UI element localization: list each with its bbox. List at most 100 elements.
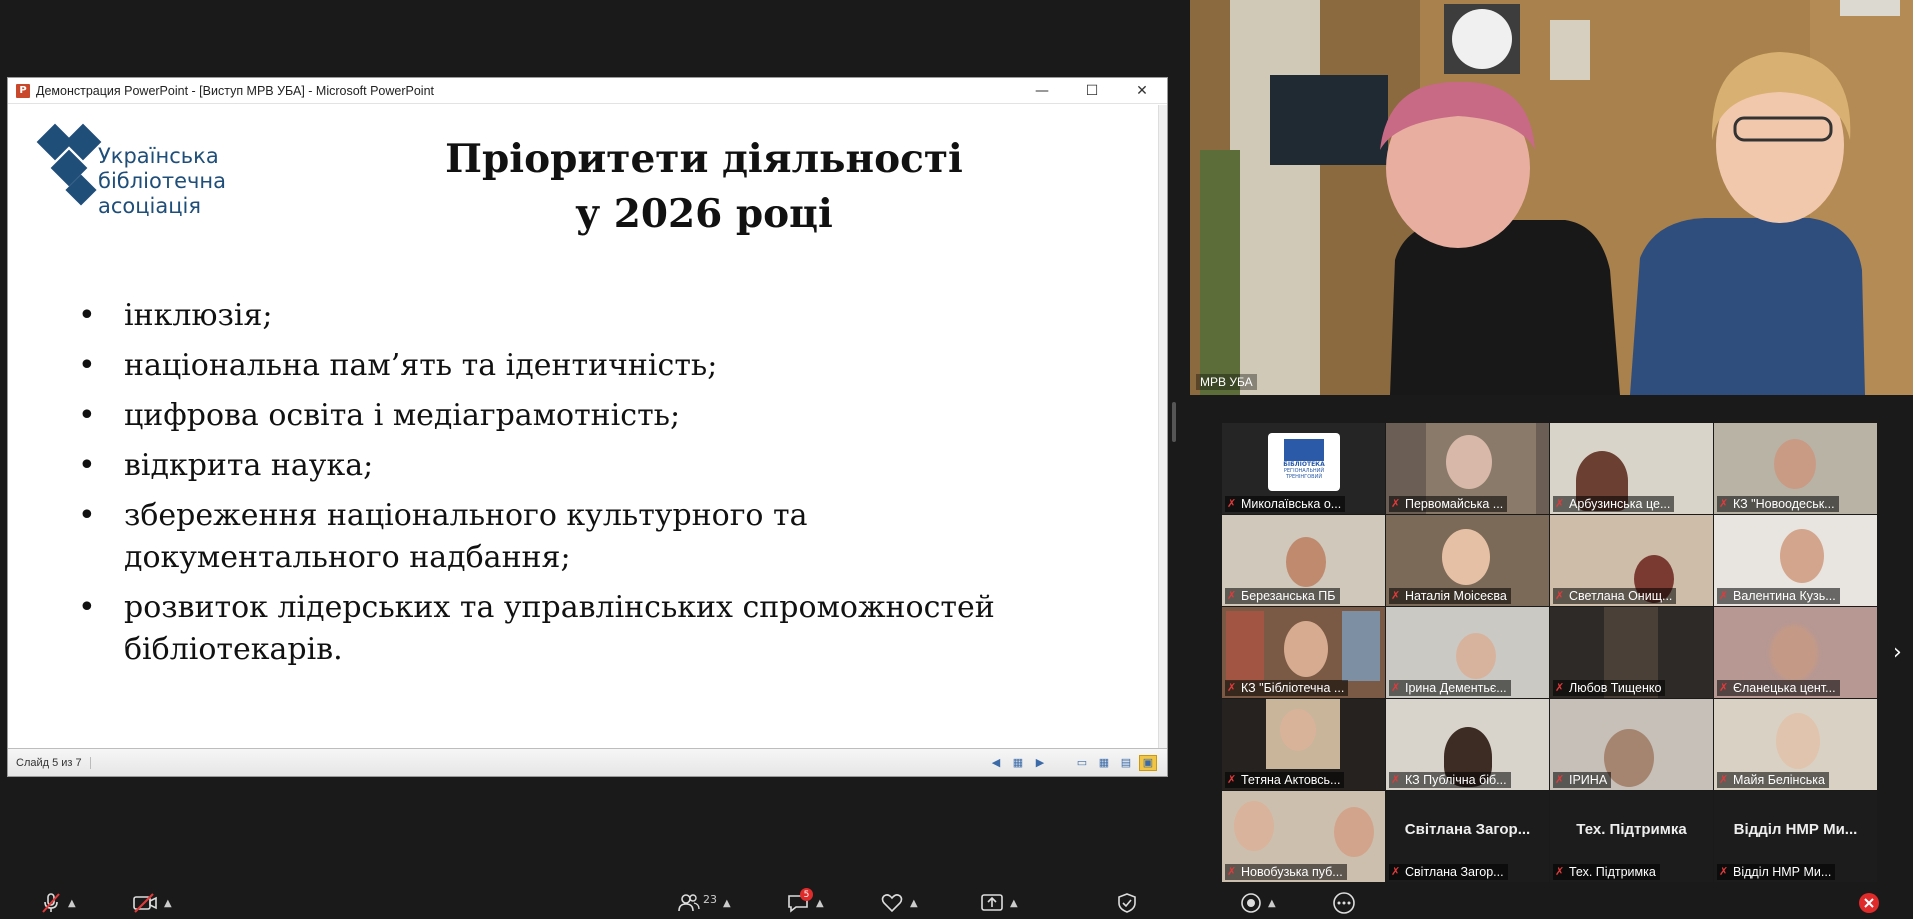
slideshow-view-icon[interactable]: ▣ xyxy=(1139,754,1157,771)
participant-name-text: Ірина Дементьє... xyxy=(1405,681,1507,695)
split-resize-handle[interactable] xyxy=(1172,402,1176,442)
participant-display-name: Тех. Підтримка xyxy=(1576,821,1687,838)
logo-line: Українська xyxy=(98,144,219,168)
participant-tile[interactable]: Відділ НМР Ми... ✗ Відділ НМР Ми... xyxy=(1714,791,1877,882)
camera-button[interactable]: ▲ xyxy=(132,890,172,916)
participant-name: ✗ КЗ "Бібліотечна ... xyxy=(1225,680,1349,696)
mic-muted-icon: ✗ xyxy=(1555,866,1565,878)
participant-gallery: БІБЛІОТЕКА РЕГІОНАЛЬНИЙ ТРЕНІНГОВИЙ ✗ Мик… xyxy=(1222,423,1879,883)
chevron-up-icon[interactable]: ▲ xyxy=(723,898,731,909)
participant-name: ✗ Відділ НМР Ми... xyxy=(1717,864,1836,880)
participant-tile[interactable]: ✗ Валентина Кузь... xyxy=(1714,515,1877,606)
participant-tile[interactable]: ✗ ІРИНА xyxy=(1550,699,1713,790)
participant-tile[interactable]: ✗ КЗ "Бібліотечна ... xyxy=(1222,607,1385,698)
chevron-up-icon[interactable]: ▲ xyxy=(68,898,76,909)
chevron-up-icon[interactable]: ▲ xyxy=(910,898,918,909)
participant-face xyxy=(1770,625,1818,681)
slide-title-line: у 2026 році xyxy=(575,191,833,237)
participants-button[interactable]: 23 ▲ xyxy=(678,890,731,916)
reading-view-icon[interactable]: ▤ xyxy=(1117,755,1135,771)
participants-count: 23 xyxy=(703,892,717,906)
mic-muted-icon: ✗ xyxy=(1555,590,1565,602)
reactions-button[interactable]: ▲ xyxy=(880,890,918,916)
bookshelf xyxy=(1342,611,1380,681)
participant-tile[interactable]: ✗ Єланецька цент... xyxy=(1714,607,1877,698)
camera-off-icon xyxy=(133,893,157,913)
participant-tile[interactable]: ✗ Березанська ПБ xyxy=(1222,515,1385,606)
logo-line: бібліотечна xyxy=(98,169,226,193)
chat-unread-badge: 5 xyxy=(800,888,813,901)
participant-name: ✗ ІРИНА xyxy=(1553,772,1612,788)
chevron-up-icon[interactable]: ▲ xyxy=(164,898,172,909)
next-slide-icon[interactable]: ▶ xyxy=(1031,755,1049,771)
record-button[interactable]: ▲ xyxy=(1240,890,1276,916)
participant-tile[interactable]: ✗ Арбузинська це... xyxy=(1550,423,1713,514)
participant-name: ✗ Наталія Моісеєва xyxy=(1389,588,1511,604)
participant-tile[interactable]: ✗ Новобузька пуб... xyxy=(1222,791,1385,882)
participant-tile[interactable]: Світлана Загор... ✗ Світлана Загор... xyxy=(1386,791,1549,882)
participant-face xyxy=(1774,439,1816,489)
slide-scrollbar[interactable] xyxy=(1158,105,1167,748)
minimize-button[interactable]: — xyxy=(1017,78,1067,104)
building-icon xyxy=(1284,439,1324,461)
slide-counter: Слайд 5 из 7 xyxy=(8,756,91,769)
participant-tile[interactable]: ✗ Майя Белінська xyxy=(1714,699,1877,790)
participant-name: ✗ Любов Тищенко xyxy=(1553,680,1666,696)
participant-tile[interactable]: ✗ Первомайська ... xyxy=(1386,423,1549,514)
security-button[interactable] xyxy=(1116,890,1138,916)
mic-muted-icon: ✗ xyxy=(1391,590,1401,602)
participant-display-name: Світлана Загор... xyxy=(1404,821,1531,838)
participant-face xyxy=(1442,529,1490,585)
slide-sorter-icon[interactable]: ▦ xyxy=(1095,755,1113,771)
chevron-up-icon[interactable]: ▲ xyxy=(816,898,824,909)
participant-name-text: Первомайська ... xyxy=(1405,497,1504,511)
chevron-up-icon[interactable]: ▲ xyxy=(1010,898,1018,909)
close-icon xyxy=(1859,893,1879,913)
gallery-next-page-icon[interactable]: › xyxy=(1893,640,1902,665)
chat-button[interactable]: 5 ▲ xyxy=(786,888,824,916)
mic-muted-icon: ✗ xyxy=(1555,774,1565,786)
participant-tile[interactable]: БІБЛІОТЕКА РЕГІОНАЛЬНИЙ ТРЕНІНГОВИЙ ✗ Мик… xyxy=(1222,423,1385,514)
participant-tile[interactable]: ✗ Ірина Дементьє... xyxy=(1386,607,1549,698)
share-screen-button[interactable]: ▲ xyxy=(980,890,1018,916)
speaker-name-label: МРВ УБА xyxy=(1196,374,1257,390)
participant-name: ✗ Валентина Кузь... xyxy=(1717,588,1840,604)
participant-name: ✗ Миколаївська о... xyxy=(1225,496,1346,512)
mic-muted-icon: ✗ xyxy=(1227,590,1237,602)
powerpoint-window[interactable]: P Демонстрация PowerPoint - [Виступ МРВ … xyxy=(7,77,1168,777)
participant-tile[interactable]: ✗ Наталія Моісеєва xyxy=(1386,515,1549,606)
uba-logo-text: Українська бібліотечна асоціація xyxy=(98,144,226,219)
participant-tile[interactable]: Тех. Підтримка ✗ Тех. Підтримка xyxy=(1550,791,1713,882)
mic-muted-icon: ✗ xyxy=(1555,498,1565,510)
slide-bullet-list: інклюзія; національна пам’ять та ідентич… xyxy=(78,295,1088,679)
participant-name-text: Майя Белінська xyxy=(1733,773,1825,787)
normal-view-icon[interactable]: ▭ xyxy=(1073,755,1091,771)
participant-name: ✗ КЗ Публічна біб... xyxy=(1389,772,1511,788)
previous-slide-icon[interactable]: ◀ xyxy=(987,755,1005,771)
mic-muted-icon: ✗ xyxy=(1391,866,1401,878)
participant-name-text: Світлана Загор... xyxy=(1405,865,1504,879)
slide[interactable]: Українська бібліотечна асоціація Пріорит… xyxy=(14,105,1160,748)
close-button[interactable]: ✕ xyxy=(1117,78,1167,104)
slide-menu-icon[interactable]: ▦ xyxy=(1009,755,1027,771)
participant-tile[interactable]: ✗ КЗ "Новоодеськ... xyxy=(1714,423,1877,514)
participant-tile[interactable]: ✗ Тетяна Актовсь... xyxy=(1222,699,1385,790)
chevron-up-icon[interactable]: ▲ xyxy=(1268,898,1276,909)
participant-name-text: Новобузька пуб... xyxy=(1241,865,1343,879)
window-titlebar[interactable]: P Демонстрация PowerPoint - [Виступ МРВ … xyxy=(8,78,1167,104)
mic-muted-icon: ✗ xyxy=(1719,590,1729,602)
mic-muted-icon: ✗ xyxy=(1719,682,1729,694)
participant-tile[interactable]: ✗ КЗ Публічна біб... xyxy=(1386,699,1549,790)
more-button[interactable] xyxy=(1332,890,1356,916)
record-icon xyxy=(1241,893,1261,913)
leave-meeting-button[interactable] xyxy=(1858,890,1880,916)
participant-name-text: Єланецька цент... xyxy=(1733,681,1836,695)
participant-name: ✗ Первомайська ... xyxy=(1389,496,1508,512)
participant-name-text: Арбузинська це... xyxy=(1569,497,1671,511)
maximize-button[interactable]: ☐ xyxy=(1067,78,1117,104)
speaker-video[interactable]: МРВ УБА xyxy=(1190,0,1913,395)
participant-name: ✗ Світлана Загор... xyxy=(1389,864,1508,880)
participant-tile[interactable]: ✗ Любов Тищенко xyxy=(1550,607,1713,698)
participant-tile[interactable]: ✗ Светлана Онищ... xyxy=(1550,515,1713,606)
microphone-button[interactable]: ▲ xyxy=(40,890,76,916)
